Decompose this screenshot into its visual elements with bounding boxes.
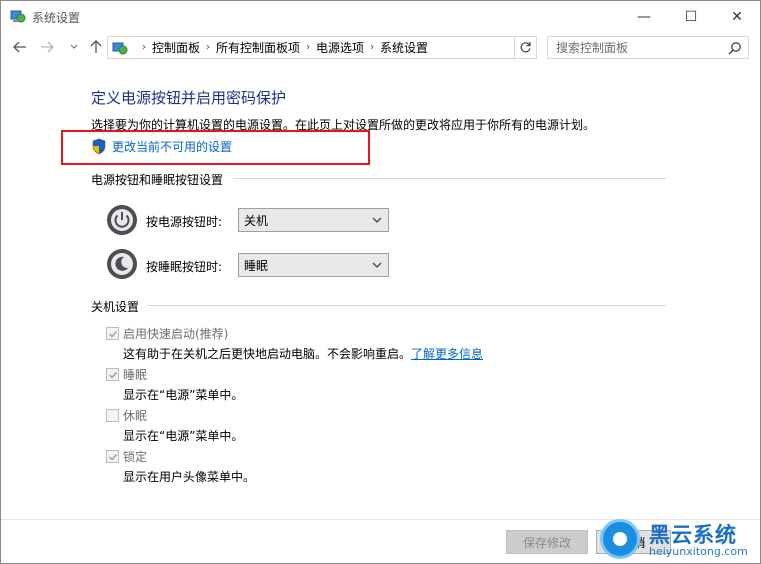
checkmark-icon — [109, 331, 118, 338]
fast-startup-label: 启用快速启动(推荐) — [123, 327, 229, 341]
recent-locations-chevron-icon[interactable] — [63, 36, 85, 58]
checkmark-icon — [109, 372, 118, 379]
fast-startup-description: 这有助于在关机之后更快地启动电脑。不会影响重启。了解更多信息 — [123, 345, 483, 362]
watermark-url: heiyunxitong.com — [649, 545, 748, 558]
watermark: 黑云系统 heiyunxitong.com — [597, 515, 757, 561]
lock-description: 显示在用户头像菜单中。 — [123, 470, 256, 484]
power-section-title: 电源按钮和睡眠按钮设置 — [91, 173, 224, 187]
section-divider — [147, 305, 666, 306]
breadcrumb-separator: › — [206, 42, 211, 53]
sleep-button-label: 按睡眠按钮时: — [146, 260, 223, 274]
power-button-action-value: 关机 — [244, 213, 269, 228]
page-title: 定义电源按钮并启用密码保护 — [91, 89, 287, 107]
address-bar[interactable]: › 控制面板 › 所有控制面板项 › 电源选项 › 系统设置 — [107, 36, 613, 59]
breadcrumb-separator: › — [306, 42, 311, 53]
learn-more-link[interactable]: 了解更多信息 — [411, 347, 483, 361]
fast-startup-checkbox[interactable] — [106, 327, 119, 340]
checkmark-icon — [109, 454, 118, 461]
breadcrumb-system-settings[interactable]: 系统设置 — [380, 39, 428, 56]
refresh-icon — [520, 42, 531, 53]
minimize-button[interactable]: — — [621, 1, 667, 32]
control-panel-icon — [112, 42, 128, 54]
breadcrumb-control-panel[interactable]: 控制面板 — [152, 39, 200, 56]
search-icon[interactable] — [728, 41, 742, 55]
power-button-icon — [107, 205, 137, 235]
breadcrumb-all-items[interactable]: 所有控制面板项 — [216, 39, 300, 56]
watermark-logo-icon — [600, 519, 640, 559]
lock-checkbox[interactable] — [106, 450, 119, 463]
hibernate-label: 休眠 — [123, 409, 148, 423]
back-arrow-icon[interactable] — [9, 36, 31, 58]
breadcrumb-power-options[interactable]: 电源选项 — [316, 39, 364, 56]
search-input[interactable] — [548, 37, 718, 58]
hibernate-checkbox[interactable] — [106, 409, 119, 422]
maximize-button[interactable]: ☐ — [668, 1, 714, 32]
section-divider — [233, 178, 666, 179]
navigation-bar: › 控制面板 › 所有控制面板项 › 电源选项 › 系统设置 — [1, 32, 760, 64]
save-changes-button[interactable]: 保存修改 — [506, 530, 588, 554]
sleep-button-icon — [107, 249, 137, 279]
hibernate-description: 显示在“电源”菜单中。 — [123, 429, 244, 443]
chevron-down-icon — [372, 217, 382, 223]
shutdown-section-title: 关机设置 — [91, 300, 140, 314]
breadcrumb-separator: › — [370, 42, 375, 53]
breadcrumb-separator: › — [142, 42, 146, 53]
lock-label: 锁定 — [123, 450, 148, 464]
power-button-action-select[interactable]: 关机 — [238, 208, 389, 232]
control-panel-icon — [10, 10, 26, 23]
sleep-button-row: 按睡眠按钮时: 睡眠 — [106, 248, 389, 280]
power-button-row: 按电源按钮时: 关机 — [106, 204, 389, 236]
forward-arrow-icon[interactable] — [36, 36, 58, 58]
close-button[interactable]: ✕ — [714, 1, 760, 32]
window-title: 系统设置 — [32, 11, 81, 25]
power-button-label: 按电源按钮时: — [146, 215, 223, 229]
sleep-button-action-select[interactable]: 睡眠 — [238, 253, 389, 277]
search-box[interactable] — [547, 36, 749, 59]
sleep-button-action-value: 睡眠 — [244, 258, 269, 273]
sleep-checkbox[interactable] — [106, 368, 119, 381]
chevron-down-icon — [372, 262, 382, 268]
refresh-button[interactable] — [515, 36, 537, 59]
control-panel-window: 系统设置 — ☐ ✕ › 控制面板 › 所有控制面板项 › 电源选项 › 系统设… — [0, 0, 761, 564]
sleep-description: 显示在“电源”菜单中。 — [123, 388, 244, 402]
title-bar[interactable]: 系统设置 — ☐ ✕ — [1, 1, 760, 32]
sleep-label: 睡眠 — [123, 368, 148, 382]
red-highlight-box — [61, 130, 370, 165]
fast-startup-description-text: 这有助于在关机之后更快地启动电脑。不会影响重启。 — [123, 347, 412, 361]
up-arrow-icon[interactable] — [85, 36, 107, 58]
